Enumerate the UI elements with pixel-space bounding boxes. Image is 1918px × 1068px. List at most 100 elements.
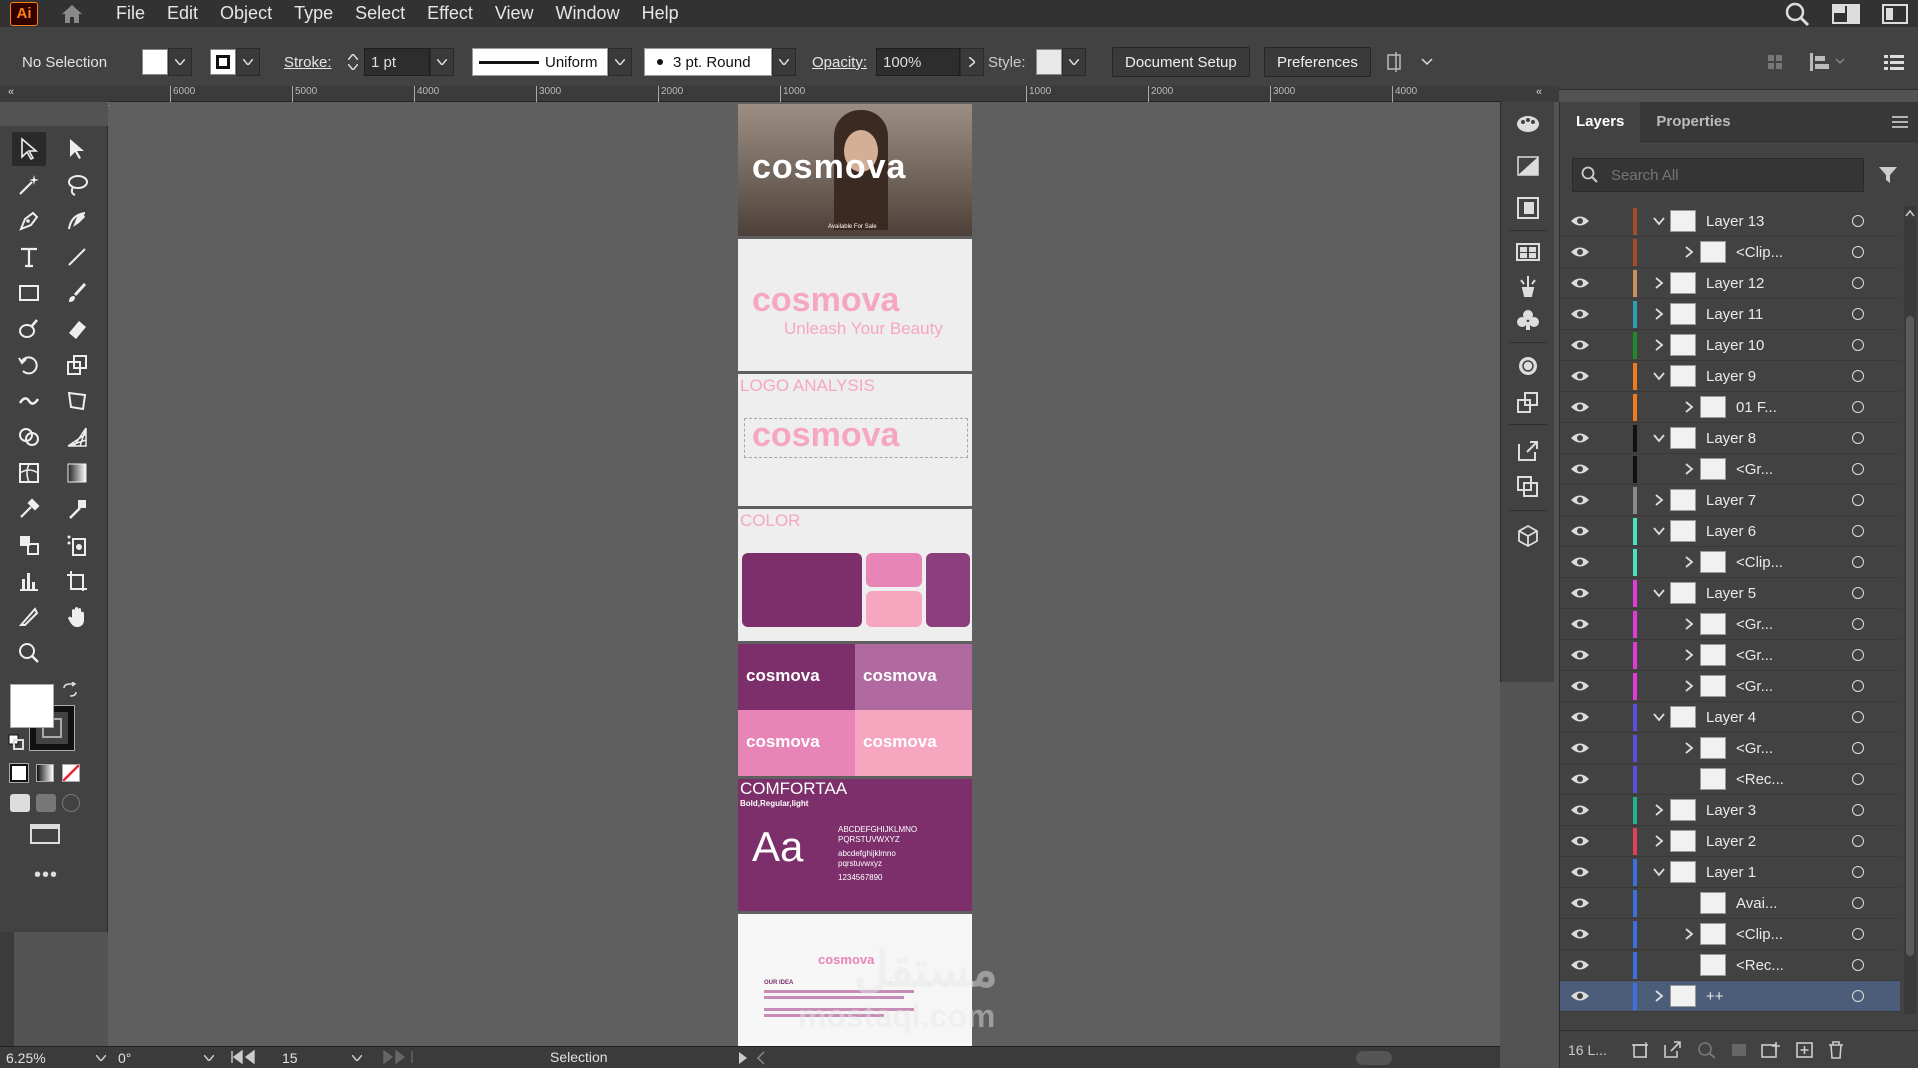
- layer-name[interactable]: Avai...: [1736, 895, 1777, 912]
- visibility-eye-icon[interactable]: [1570, 400, 1590, 414]
- type-tool-icon[interactable]: [12, 240, 46, 274]
- layer-name[interactable]: Layer 13: [1706, 213, 1764, 230]
- menu-view[interactable]: View: [495, 3, 534, 24]
- layer-row[interactable]: Layer 13: [1560, 206, 1900, 237]
- align-icon[interactable]: [1386, 48, 1434, 76]
- gradient-mode-icon[interactable]: [36, 764, 54, 782]
- color-picker-icon[interactable]: [60, 492, 94, 526]
- rotate-view-control[interactable]: 0°: [118, 1049, 214, 1067]
- layer-name[interactable]: 01 F...: [1736, 399, 1777, 416]
- warp-tool-icon[interactable]: [12, 384, 46, 418]
- swap-fill-stroke-icon[interactable]: [62, 682, 78, 698]
- layer-row[interactable]: Avai...: [1560, 888, 1900, 919]
- target-circle-icon[interactable]: [1852, 773, 1864, 785]
- target-circle-icon[interactable]: [1852, 804, 1864, 816]
- visibility-eye-icon[interactable]: [1570, 958, 1590, 972]
- visibility-eye-icon[interactable]: [1570, 462, 1590, 476]
- target-circle-icon[interactable]: [1852, 277, 1864, 289]
- target-circle-icon[interactable]: [1852, 556, 1864, 568]
- chevron-right-icon[interactable]: [1652, 803, 1666, 817]
- fill-swatch[interactable]: [142, 49, 168, 75]
- 3d-materials-icon[interactable]: [1515, 524, 1541, 548]
- preferences-button[interactable]: Preferences: [1264, 47, 1371, 77]
- none-mode-icon[interactable]: [62, 764, 80, 782]
- scale-tool-icon[interactable]: [60, 348, 94, 382]
- artboard-4[interactable]: COLOR: [738, 509, 972, 641]
- chevron-down-icon[interactable]: [430, 48, 454, 76]
- menu-select[interactable]: Select: [355, 3, 405, 24]
- chevron-right-icon[interactable]: [1652, 989, 1666, 1003]
- eraser-tool-icon[interactable]: [60, 312, 94, 346]
- trash-icon[interactable]: [1827, 1040, 1845, 1059]
- visibility-eye-icon[interactable]: [1570, 927, 1590, 941]
- visibility-eye-icon[interactable]: [1570, 555, 1590, 569]
- target-circle-icon[interactable]: [1852, 308, 1864, 320]
- artboard-tool-icon[interactable]: [60, 564, 94, 598]
- arrange-documents-icon[interactable]: [1882, 3, 1908, 25]
- export-layer-icon[interactable]: [1663, 1040, 1683, 1059]
- free-transform-tool-icon[interactable]: [60, 384, 94, 418]
- shaper-tool-icon[interactable]: [12, 312, 46, 346]
- fill-front-icon[interactable]: [10, 684, 54, 728]
- rotate-value[interactable]: 0°: [118, 1050, 131, 1066]
- draw-behind-icon[interactable]: [36, 794, 56, 812]
- shape-builder-tool-icon[interactable]: [12, 420, 46, 454]
- collapse-panel-icon[interactable]: «: [1536, 86, 1542, 98]
- stroke-swatch[interactable]: [210, 49, 236, 75]
- workspace-icon[interactable]: [1832, 3, 1860, 25]
- layer-row[interactable]: Layer 10: [1560, 330, 1900, 361]
- target-circle-icon[interactable]: [1852, 649, 1864, 661]
- target-circle-icon[interactable]: [1852, 897, 1864, 909]
- target-circle-icon[interactable]: [1852, 990, 1864, 1002]
- document-info-icon[interactable]: [1515, 196, 1541, 220]
- layer-name[interactable]: Layer 4: [1706, 709, 1756, 726]
- visibility-eye-icon[interactable]: [1570, 307, 1590, 321]
- opacity-label[interactable]: Opacity:: [812, 54, 867, 71]
- layer-name[interactable]: Layer 11: [1706, 306, 1763, 323]
- target-circle-icon[interactable]: [1852, 928, 1864, 940]
- zoom-value[interactable]: 6.25%: [6, 1050, 46, 1066]
- gradient-tool-icon[interactable]: [60, 456, 94, 490]
- zoom-tool-icon[interactable]: [12, 636, 46, 670]
- menu-window[interactable]: Window: [556, 3, 620, 24]
- layer-row[interactable]: Layer 11: [1560, 299, 1900, 330]
- new-layer-icon[interactable]: [1795, 1041, 1815, 1059]
- layer-name[interactable]: Layer 2: [1706, 833, 1756, 850]
- layer-row[interactable]: <Gr...: [1560, 454, 1900, 485]
- chevron-down-icon[interactable]: [1652, 586, 1666, 600]
- layer-name[interactable]: <Gr...: [1736, 647, 1773, 664]
- chevron-down-icon[interactable]: [608, 48, 632, 76]
- status-menu-icon[interactable]: [738, 1051, 768, 1065]
- layer-row[interactable]: ++: [1560, 981, 1900, 1012]
- transform-icon[interactable]: [1515, 390, 1541, 414]
- target-circle-icon[interactable]: [1852, 835, 1864, 847]
- export-icon[interactable]: [1515, 438, 1541, 462]
- visibility-eye-icon[interactable]: [1570, 276, 1590, 290]
- layer-name[interactable]: Layer 3: [1706, 802, 1756, 819]
- chevron-down-icon[interactable]: [1652, 865, 1666, 879]
- stroke-color-control[interactable]: [210, 48, 260, 76]
- layers-scrollbar[interactable]: [1904, 206, 1916, 1014]
- visibility-eye-icon[interactable]: [1570, 369, 1590, 383]
- layer-name[interactable]: <Clip...: [1736, 554, 1783, 571]
- chevron-down-icon[interactable]: [1652, 214, 1666, 228]
- visibility-eye-icon[interactable]: [1570, 989, 1590, 1003]
- chevron-right-icon[interactable]: [1682, 741, 1696, 755]
- blend-tool-icon[interactable]: [12, 528, 46, 562]
- visibility-eye-icon[interactable]: [1570, 648, 1590, 662]
- target-circle-icon[interactable]: [1852, 525, 1864, 537]
- vertical-ruler[interactable]: [0, 930, 14, 1050]
- visibility-eye-icon[interactable]: [1570, 431, 1590, 445]
- target-circle-icon[interactable]: [1852, 370, 1864, 382]
- stroke-weight-input[interactable]: 1 pt: [364, 48, 430, 76]
- layer-row[interactable]: Layer 7: [1560, 485, 1900, 516]
- hand-tool-icon[interactable]: [60, 600, 94, 634]
- clipping-mask-icon[interactable]: [1729, 1041, 1749, 1059]
- chevron-right-icon[interactable]: [1652, 493, 1666, 507]
- opacity-input[interactable]: 100%: [876, 48, 960, 76]
- chevron-right-icon[interactable]: [1682, 927, 1696, 941]
- brushes-icon[interactable]: [1515, 274, 1541, 298]
- layer-row[interactable]: <Gr...: [1560, 640, 1900, 671]
- layer-name[interactable]: <Rec...: [1736, 957, 1784, 974]
- collapse-left-icon[interactable]: «: [8, 86, 14, 98]
